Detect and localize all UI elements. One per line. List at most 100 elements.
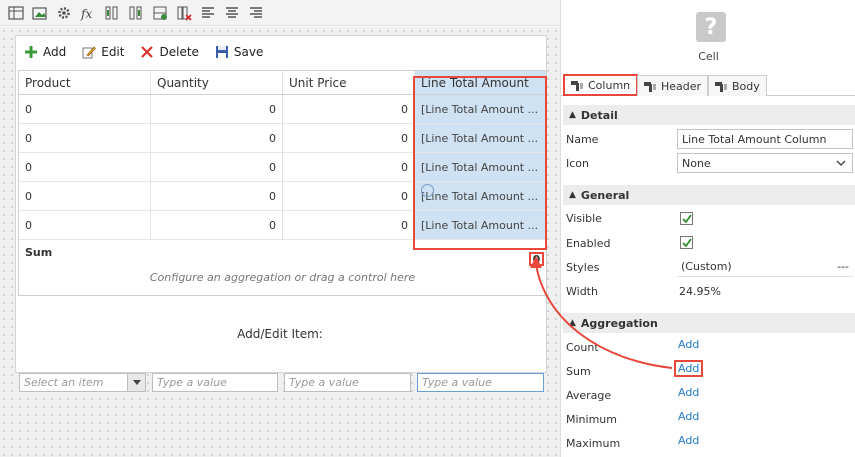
add-button[interactable]: Add bbox=[24, 45, 66, 59]
tab-column[interactable]: Column bbox=[563, 74, 639, 96]
table-icon[interactable] bbox=[6, 3, 25, 22]
sum-add-link[interactable]: Add bbox=[674, 360, 704, 377]
minimum-add-link[interactable]: Add bbox=[678, 410, 699, 423]
cell-line-total-amount[interactable]: [Line Total Amount ... bbox=[415, 153, 546, 181]
save-button[interactable]: Save bbox=[215, 45, 263, 59]
edit-button[interactable]: Edit bbox=[82, 45, 124, 59]
tab-header[interactable]: Header bbox=[637, 75, 709, 96]
chevron-down-icon[interactable] bbox=[127, 374, 145, 391]
header-icon bbox=[644, 81, 656, 92]
styles-field[interactable]: (Custom) --- bbox=[677, 257, 853, 277]
average-add-link[interactable]: Add bbox=[678, 386, 699, 399]
cell-label: Cell bbox=[698, 50, 719, 63]
cell-unit-price[interactable]: 0 bbox=[283, 211, 415, 239]
detail-title: Detail bbox=[580, 108, 618, 122]
add-label: Add bbox=[43, 45, 67, 59]
header-quantity[interactable]: Quantity bbox=[151, 71, 283, 94]
styles-label: Styles bbox=[566, 261, 600, 274]
grid-toolbar: Add Edit Delete Save bbox=[24, 42, 263, 62]
cell-product[interactable]: 0 bbox=[19, 211, 151, 239]
width-label: Width bbox=[566, 285, 598, 298]
grid-header-row: Product Quantity Unit Price Line Total A… bbox=[19, 71, 546, 95]
width-value: 24.95% bbox=[679, 285, 721, 298]
quantity-input[interactable]: Type a value bbox=[152, 373, 278, 392]
detail-section-header[interactable]: ▲ Detail bbox=[563, 105, 855, 125]
save-label: Save bbox=[233, 45, 264, 59]
checkmark-icon bbox=[681, 213, 692, 223]
cell-quantity[interactable]: 0 bbox=[151, 211, 283, 239]
unit-price-placeholder: Type a value bbox=[289, 376, 359, 389]
maximum-add-link[interactable]: Add bbox=[678, 434, 699, 447]
question-mark-icon: ? bbox=[696, 12, 726, 42]
header-product[interactable]: Product bbox=[19, 71, 151, 94]
insert-row-icon[interactable] bbox=[150, 3, 169, 22]
column-resize-handle[interactable] bbox=[421, 184, 434, 197]
name-field[interactable]: Line Total Amount Column bbox=[677, 129, 853, 149]
design-canvas: Add Edit Delete Save Product Quantity Un… bbox=[0, 27, 560, 457]
cell-unit-price[interactable]: 0 bbox=[283, 124, 415, 152]
floppy-disk-icon bbox=[215, 46, 228, 58]
cell-quantity[interactable]: 0 bbox=[151, 182, 283, 210]
caret-up-icon: ▲ bbox=[569, 110, 576, 120]
styles-value: (Custom) bbox=[681, 260, 732, 273]
tab-body[interactable]: Body bbox=[708, 75, 767, 96]
cell-product[interactable]: 0 bbox=[19, 95, 151, 123]
general-title: General bbox=[580, 188, 630, 202]
tab-column-label: Column bbox=[588, 78, 631, 92]
cell-line-total-amount[interactable]: [Line Total Amount ... bbox=[415, 124, 546, 152]
delete-button[interactable]: Delete bbox=[140, 45, 199, 59]
insert-column-right-icon[interactable] bbox=[126, 3, 145, 22]
cell-unit-price[interactable]: 0 bbox=[283, 153, 415, 181]
enabled-checkbox[interactable] bbox=[680, 236, 693, 249]
visible-checkbox[interactable] bbox=[680, 212, 693, 225]
add-image-icon[interactable] bbox=[30, 3, 49, 22]
delete-x-icon bbox=[141, 46, 154, 58]
cell-product[interactable]: 0 bbox=[19, 182, 151, 210]
gear-icon[interactable] bbox=[54, 3, 73, 22]
cell-unit-price[interactable]: 0 bbox=[283, 182, 415, 210]
name-label: Name bbox=[566, 133, 599, 146]
count-add-link[interactable]: Add bbox=[678, 338, 699, 351]
cell-product[interactable]: 0 bbox=[19, 124, 151, 152]
function-icon[interactable]: fx bbox=[78, 3, 97, 22]
align-center-icon[interactable] bbox=[222, 3, 241, 22]
cell-line-total-amount[interactable]: [Line Total Amount ... bbox=[415, 95, 546, 123]
aggregation-drop-zone[interactable]: Configure an aggregation or drag a contr… bbox=[19, 271, 546, 284]
table-row: 0 0 0 [Line Total Amount ... bbox=[19, 124, 546, 153]
header-unit-price[interactable]: Unit Price bbox=[283, 71, 415, 94]
align-left-icon[interactable] bbox=[198, 3, 217, 22]
enabled-label: Enabled bbox=[566, 237, 611, 250]
general-section-header[interactable]: ▲ General bbox=[563, 185, 855, 205]
edit-label: Edit bbox=[101, 45, 125, 59]
aggregation-section-header[interactable]: ▲ Aggregation bbox=[563, 313, 855, 333]
icon-label: Icon bbox=[566, 157, 589, 170]
styles-more-button[interactable]: --- bbox=[837, 260, 849, 273]
insert-column-left-icon[interactable] bbox=[102, 3, 121, 22]
chevron-down-icon bbox=[836, 157, 846, 170]
body-icon bbox=[715, 81, 727, 92]
cell-quantity[interactable]: 0 bbox=[151, 124, 283, 152]
align-right-icon[interactable] bbox=[246, 3, 265, 22]
unit-price-input[interactable]: Type a value bbox=[284, 373, 411, 392]
cell-unit-price[interactable]: 0 bbox=[283, 95, 415, 123]
quantity-placeholder: Type a value bbox=[157, 376, 227, 389]
table-row: 0 0 0 [Line Total Amount ... bbox=[19, 182, 546, 211]
sum-label: Sum bbox=[25, 245, 53, 259]
table-row: 0 0 0 [Line Total Amount ... bbox=[19, 211, 546, 240]
icon-select[interactable]: None bbox=[677, 153, 853, 173]
sum-value[interactable]: 0 bbox=[529, 252, 544, 266]
icon-select-value: None bbox=[682, 156, 711, 170]
cell-quantity[interactable]: 0 bbox=[151, 95, 283, 123]
cell-line-total-amount[interactable]: [Line Total Amount ... bbox=[415, 211, 546, 239]
minimum-label: Minimum bbox=[566, 413, 617, 426]
select-item-dropdown[interactable]: Select an item bbox=[19, 373, 146, 392]
line-total-input[interactable]: Type a value bbox=[417, 373, 544, 392]
delete-column-icon[interactable] bbox=[174, 3, 193, 22]
cell-line-total-amount[interactable]: [Line Total Amount ... bbox=[415, 182, 546, 210]
cell-quantity[interactable]: 0 bbox=[151, 153, 283, 181]
checkmark-icon bbox=[681, 237, 692, 247]
property-tabs: Column Header Body bbox=[561, 72, 855, 96]
table-row: 0 0 0 [Line Total Amount ... bbox=[19, 95, 546, 124]
cell-product[interactable]: 0 bbox=[19, 153, 151, 181]
header-line-total-amount[interactable]: Line Total Amount bbox=[415, 71, 546, 94]
